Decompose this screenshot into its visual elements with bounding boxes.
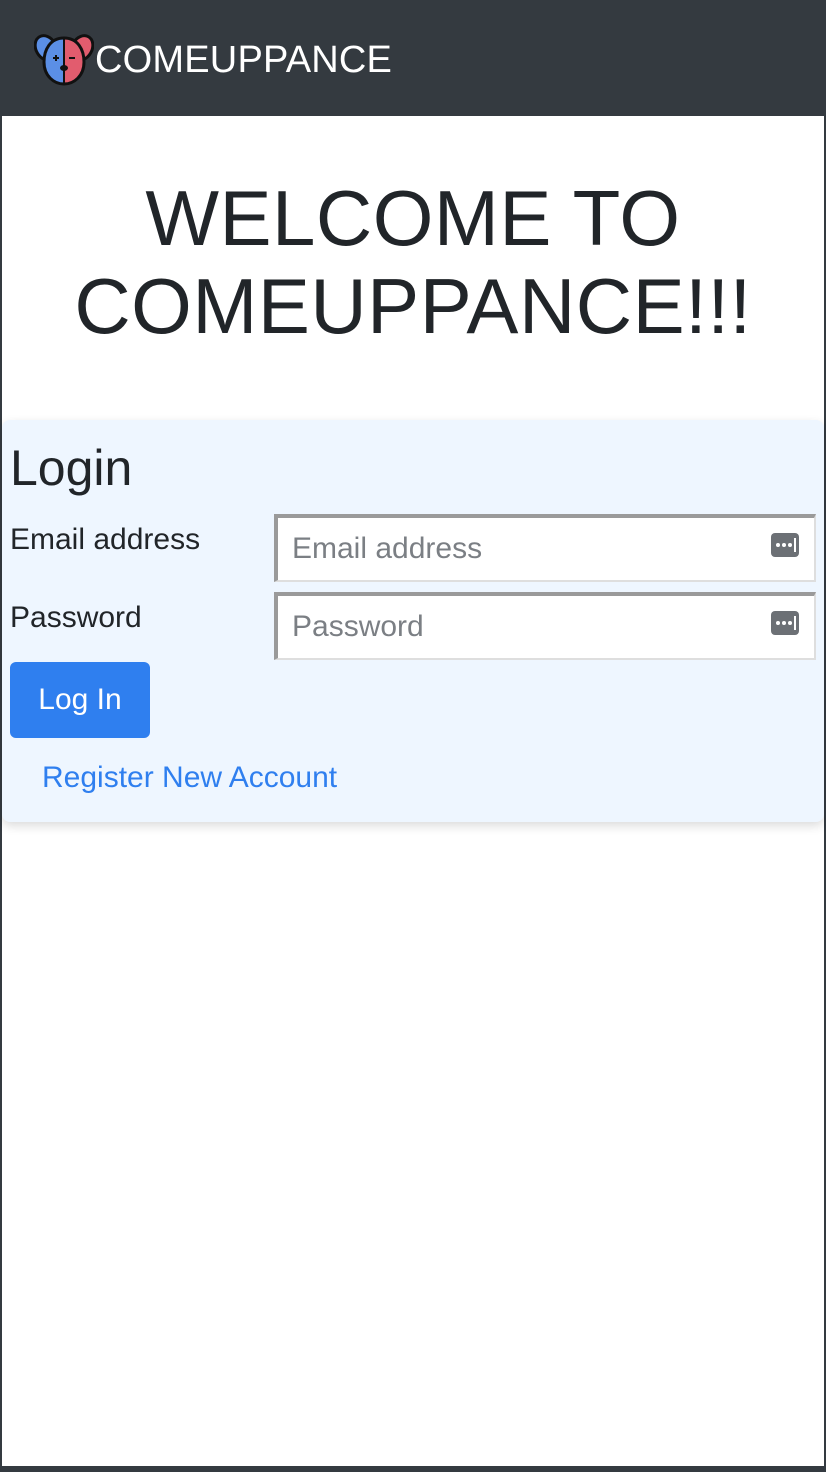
- login-card: Login Email address Password Log: [2, 420, 824, 822]
- brand-link[interactable]: COMEUPPANCE: [34, 30, 392, 90]
- welcome-line-2: COMEUPPANCE!!!: [74, 262, 752, 350]
- password-manager-key-icon[interactable]: [770, 532, 800, 558]
- password-label: Password: [10, 601, 142, 634]
- email-field-wrapper: [274, 514, 816, 582]
- welcome-heading: WELCOME TO COMEUPPANCE!!!: [2, 174, 824, 350]
- log-in-button[interactable]: Log In: [10, 662, 150, 738]
- password-field-wrapper: [274, 592, 816, 660]
- email-label: Email address: [10, 523, 201, 556]
- password-field[interactable]: [278, 596, 814, 658]
- welcome-line-1: WELCOME TO: [145, 174, 681, 262]
- top-navbar: COMEUPPANCE: [2, 4, 824, 116]
- dog-face-logo-icon: [34, 34, 94, 86]
- login-title: Login: [10, 440, 133, 496]
- page-frame: COMEUPPANCE WELCOME TO COMEUPPANCE!!! Lo…: [0, 0, 826, 1472]
- email-field[interactable]: [278, 518, 814, 580]
- password-manager-key-icon[interactable]: [770, 610, 800, 636]
- brand-name: COMEUPPANCE: [95, 39, 393, 81]
- register-new-account-link[interactable]: Register New Account: [42, 758, 337, 798]
